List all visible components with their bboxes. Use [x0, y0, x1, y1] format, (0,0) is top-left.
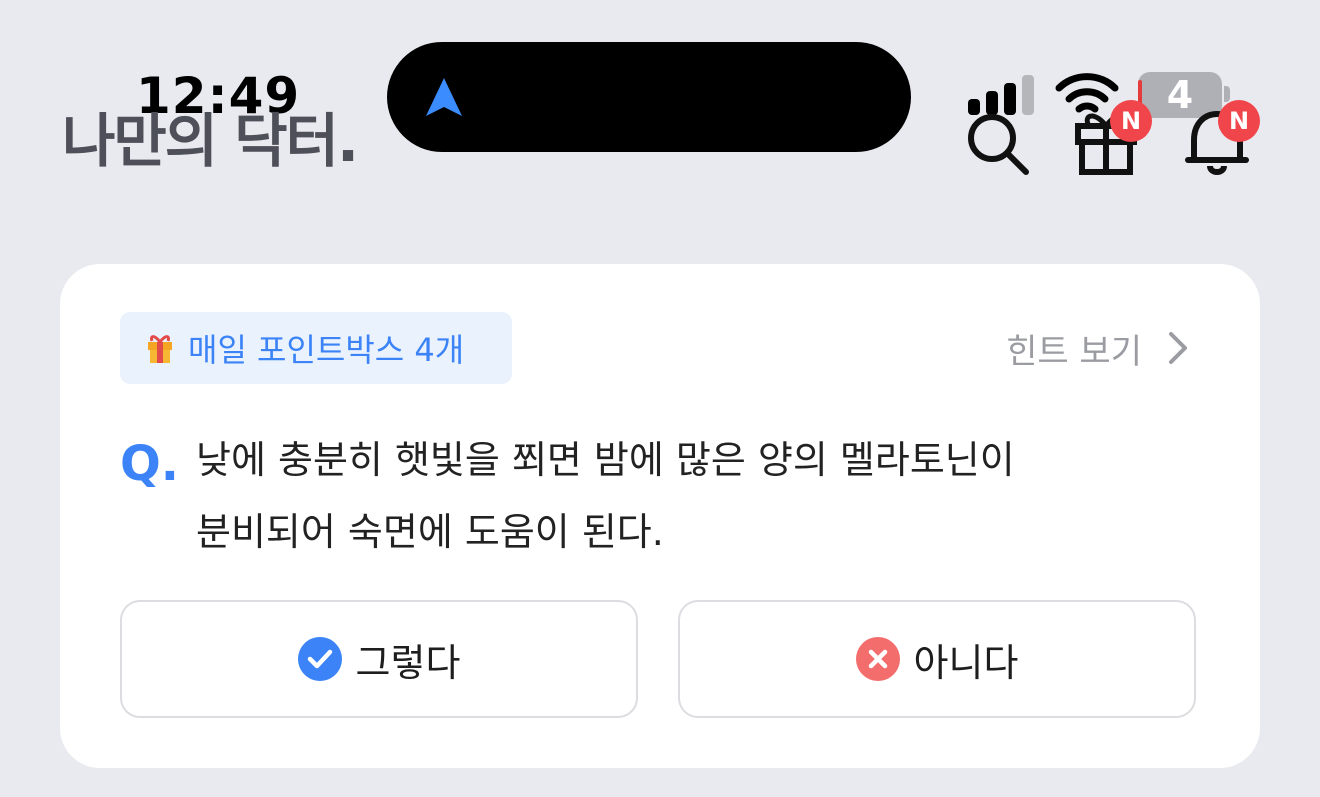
x-circle-icon [855, 637, 900, 681]
daily-points-pill[interactable]: 매일 포인트박스 4개 [120, 312, 512, 384]
answer-no-label: 아니다 [913, 640, 1019, 685]
notification-button[interactable]: N [1184, 100, 1260, 180]
answer-no-button[interactable]: 아니다 [678, 600, 1196, 718]
hint-label: 힌트 보기 [1006, 331, 1142, 372]
app-logo[interactable]: 나만의 닥터. [62, 108, 359, 174]
check-circle-icon [297, 637, 342, 681]
chevron-right-icon [1169, 332, 1187, 364]
gift-new-badge: N [1110, 100, 1152, 142]
gift-box-emoji-icon [148, 335, 172, 363]
question-marker: Q. [120, 436, 180, 492]
app-screen: 12:49 4 나만의 닥터. N N 매일 포인트박스 4개 힌트 보기 Q.… [0, 0, 1320, 797]
question-line-2: 분비되어 숙면에 도움이 된다. [196, 510, 664, 554]
hint-link[interactable]: 힌트 보기 [1006, 320, 1188, 376]
question-line-1: 낮에 충분히 햇빛을 쬐면 밤에 많은 양의 멜라토닌이 [196, 438, 1015, 482]
search-icon [968, 114, 1029, 175]
answer-yes-button[interactable]: 그렇다 [120, 600, 638, 718]
search-button[interactable] [966, 112, 1030, 180]
dynamic-island[interactable] [387, 42, 911, 152]
gift-button[interactable]: N [1074, 100, 1152, 180]
quiz-card: 매일 포인트박스 4개 힌트 보기 Q. 낮에 충분히 햇빛을 쬐면 밤에 많은… [60, 264, 1260, 768]
navigation-arrow-icon [426, 78, 462, 116]
question-text: 낮에 충분히 햇빛을 쬐면 밤에 많은 양의 멜라토닌이 분비되어 숙면에 도움… [196, 424, 1196, 568]
answer-yes-label: 그렇다 [355, 640, 461, 685]
battery-cap [1224, 86, 1230, 102]
cellular-signal-icon [968, 75, 1034, 115]
daily-points-label: 매일 포인트박스 4개 [188, 331, 465, 369]
notification-new-badge: N [1218, 100, 1260, 142]
